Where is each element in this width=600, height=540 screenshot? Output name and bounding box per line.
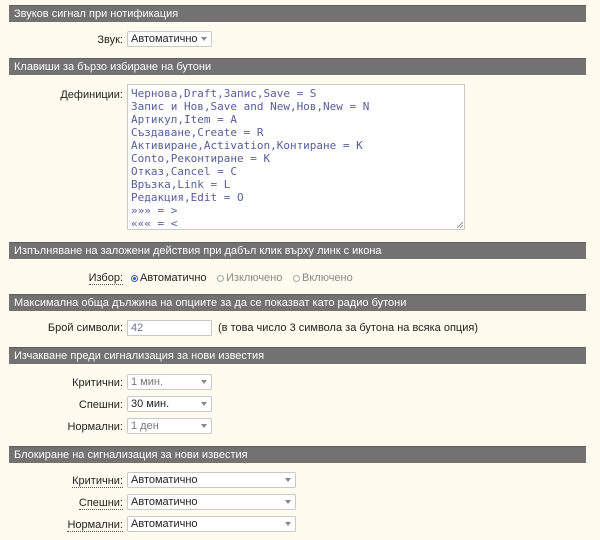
section-header-shortcuts: Клавиши за бързо избиране на бутони [9, 58, 586, 75]
sound-select[interactable]: Автоматично [127, 31, 212, 47]
wait-normal-label: Нормални: [67, 421, 123, 433]
wait-urgent-value: 30 мин. [131, 398, 170, 410]
radio-option-label: Включено [302, 272, 353, 284]
sound-label: Звук: [97, 34, 123, 46]
chevron-down-icon [201, 402, 207, 406]
wait-normal-value: 1 ден [131, 420, 159, 432]
radio-option-off[interactable]: Изключено [217, 272, 282, 284]
sound-select-value: Автоматично [131, 33, 198, 45]
definition-line: Редакция,Edit = O [131, 191, 244, 204]
chevron-down-icon [201, 424, 207, 428]
resize-grip-icon[interactable] [457, 222, 463, 228]
wait-critical-select[interactable]: 1 мин. [127, 374, 212, 390]
radio-option-auto[interactable]: Автоматично [131, 272, 207, 284]
chevron-down-icon [285, 500, 291, 504]
radio-unchecked-icon [293, 275, 300, 282]
definition-line: Създаване,Create = R [131, 126, 264, 139]
definition-line: »»» = > [131, 204, 178, 217]
block-critical-label: Критични: [72, 475, 123, 488]
wait-critical-value: 1 мин. [131, 376, 164, 388]
block-normal-select[interactable]: Автоматично [127, 516, 296, 532]
block-critical-value: Автоматично [131, 474, 198, 486]
chevron-down-icon [201, 37, 207, 41]
radio-checked-icon [131, 275, 138, 282]
block-urgent-label: Спешни: [78, 497, 123, 510]
char-count-label: Брой символи: [47, 322, 123, 334]
wait-urgent-label: Спешни: [78, 399, 123, 411]
wait-normal-select[interactable]: 1 ден [127, 418, 212, 434]
definition-line: Чернова,Draft,Запис,Save = S [131, 87, 317, 100]
section-header-wait: Изчакване преди сигнализация за нови изв… [9, 347, 586, 364]
definition-line: Артикул,Item = A [131, 113, 237, 126]
chevron-down-icon [285, 478, 291, 482]
chevron-down-icon [201, 380, 207, 384]
definition-line: Връзка,Link = L [131, 178, 231, 191]
wait-urgent-select[interactable]: 30 мин. [127, 396, 212, 412]
block-normal-label: Нормални: [67, 519, 123, 532]
definition-line: Активиране,Activation,Контиране = K [131, 139, 363, 152]
section-header-maxlen: Максимална обща дължина на опциите за да… [9, 294, 586, 311]
dblclick-label: Избор: [88, 272, 123, 285]
radio-option-on[interactable]: Включено [293, 272, 353, 284]
section-header-block: Блокиране на сигнализация за нови извест… [9, 446, 586, 463]
char-count-input[interactable]: 42 [127, 320, 212, 336]
block-critical-select[interactable]: Автоматично [127, 472, 296, 488]
block-urgent-value: Автоматично [131, 496, 198, 508]
block-normal-value: Автоматично [131, 518, 198, 530]
section-header-dblclick: Изпълняване на заложени действия при даб… [9, 242, 586, 259]
definition-line: Conto,Реконтиране = K [131, 152, 271, 165]
wait-critical-label: Критични: [72, 377, 123, 389]
radio-option-label: Изключено [226, 272, 283, 284]
definitions-label: Дефиниции: [60, 89, 123, 101]
definition-line: Запис и Нов,Save and New,Нов,New = N [131, 100, 370, 113]
char-count-hint: (в това число 3 символа за бутона на вся… [218, 322, 478, 334]
block-urgent-select[interactable]: Автоматично [127, 494, 296, 510]
radio-option-label: Автоматично [140, 272, 207, 284]
chevron-down-icon [285, 522, 291, 526]
definition-line: ««« = < [131, 217, 178, 230]
section-header-sound: Звуков сигнал при нотификация [9, 5, 586, 22]
definitions-textarea[interactable]: Чернова,Draft,Запис,Save = S Запис и Нов… [127, 84, 465, 230]
radio-unchecked-icon [217, 275, 224, 282]
definition-line: Отказ,Cancel = C [131, 165, 237, 178]
